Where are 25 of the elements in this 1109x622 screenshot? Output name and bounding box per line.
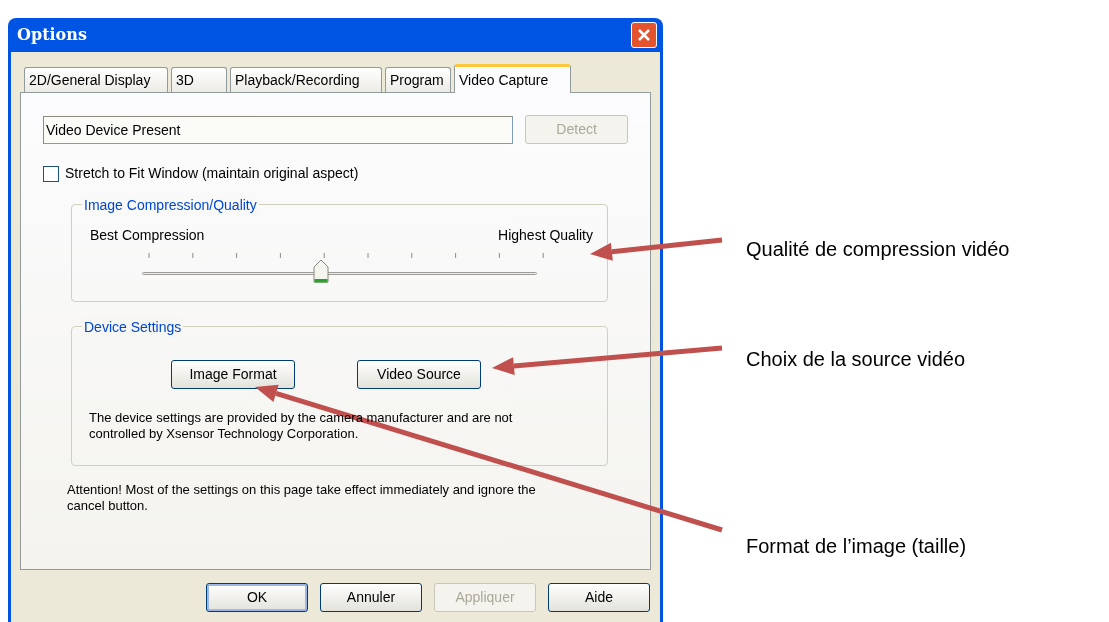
tab[interactable]: Program (385, 67, 451, 92)
tab[interactable]: 3D (171, 67, 227, 92)
annotation-label: Format de l’image (taille) (746, 534, 968, 559)
annotation-label: Qualité de compression vidéo (746, 237, 1010, 262)
tab[interactable]: 2D/General Display (24, 67, 168, 92)
warning-text: Attention! Most of the settings on this page take effect immediately and ignore the cancel button. (67, 482, 537, 514)
slider-thumb[interactable] (313, 259, 330, 285)
tab[interactable]: Playback/Recording (230, 67, 382, 92)
group-title: Image Compression/Quality (82, 195, 259, 216)
close-button[interactable] (631, 22, 657, 48)
tab[interactable]: Video Capture (454, 64, 571, 93)
group-title: Device Settings (82, 317, 184, 338)
window-title: Options (17, 24, 87, 46)
video-source-button[interactable]: Video Source (357, 360, 481, 389)
close-icon (637, 28, 651, 42)
slider-max-label: Highest Quality (498, 226, 593, 245)
device-status-field[interactable]: Video Device Present (43, 115, 514, 144)
checkbox[interactable] (43, 165, 59, 182)
checkbox-label: Stretch to Fit Window (maintain original aspect) (65, 164, 359, 183)
dialog-button[interactable]: OK (206, 583, 308, 612)
dialog-button[interactable]: Annuler (320, 583, 422, 612)
slider-min-label: Best Compression (90, 226, 205, 245)
image-format-button[interactable]: Image Format (171, 360, 295, 389)
dialog-button[interactable]: Aide (548, 583, 650, 612)
annotation-label: Choix de la source vidéo (746, 347, 966, 372)
